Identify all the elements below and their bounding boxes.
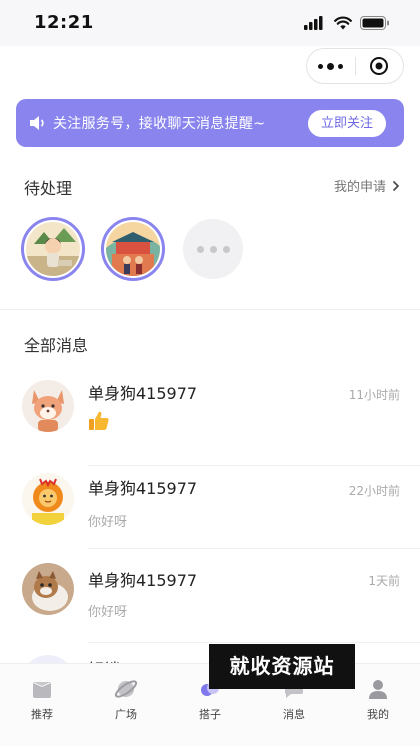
thumbs-up-icon [88, 410, 110, 436]
message-time: 1天前 [368, 574, 400, 588]
more-pending-icon[interactable] [183, 219, 243, 279]
message-item[interactable]: 单身狗415977 22小时前 你好呀 [0, 453, 420, 549]
message-preview: 你好呀 [88, 515, 128, 530]
pending-list [21, 217, 243, 281]
nav-label: 推荐 [31, 708, 53, 721]
nav-item-square[interactable]: 广场 [84, 664, 168, 746]
chevron-right-icon [392, 180, 400, 191]
watermark: 就收资源站 [209, 644, 355, 689]
avatar [22, 563, 74, 615]
message-sender-name: 单身狗415977 [88, 384, 198, 403]
status-time: 12:21 [34, 12, 94, 33]
avatar [22, 473, 74, 525]
message-sender-name: 单身狗415977 [88, 479, 198, 498]
banner-text: 关注服务号，接收聊天消息提醒~ [53, 116, 266, 132]
nav-label: 搭子 [199, 708, 221, 721]
wifi-icon [334, 16, 352, 30]
nav-item-recommend[interactable]: 推荐 [0, 664, 84, 746]
my-apply-link[interactable]: 我的申请 [334, 176, 400, 195]
status-bar: 12:21 [0, 0, 420, 46]
follow-now-button[interactable]: 立即关注 [308, 110, 386, 137]
message-item[interactable]: 单身狗415977 11小时前 [0, 370, 420, 466]
speaker-icon [30, 116, 44, 130]
pending-title: 待处理 [24, 179, 73, 198]
message-preview: 你好呀 [88, 605, 128, 620]
more-options-icon[interactable] [307, 48, 355, 84]
signal-icon [304, 16, 323, 30]
section-divider [0, 309, 420, 310]
nav-label: 消息 [283, 708, 305, 721]
follow-banner: 关注服务号，接收聊天消息提醒~ 立即关注 [16, 99, 404, 147]
pending-avatar[interactable] [21, 217, 85, 281]
status-icons [304, 16, 390, 30]
avatar [22, 380, 74, 432]
nav-label: 我的 [367, 708, 389, 721]
close-miniprogram-icon[interactable] [355, 48, 403, 84]
profile-icon [365, 676, 391, 702]
message-time: 22小时前 [348, 484, 400, 498]
pending-avatar[interactable] [101, 217, 165, 281]
miniprogram-capsule [306, 48, 404, 84]
my-apply-label: 我的申请 [333, 180, 386, 195]
all-messages-title: 全部消息 [24, 336, 89, 355]
battery-icon [360, 16, 389, 30]
nav-label: 广场 [115, 708, 137, 721]
planet-icon [113, 676, 139, 702]
message-divider [88, 642, 420, 643]
message-time: 11小时前 [348, 388, 400, 402]
message-item[interactable]: 单身狗415977 1天前 你好呀 [0, 547, 420, 643]
message-sender-name: 单身狗415977 [88, 571, 198, 590]
recommend-icon [29, 676, 55, 702]
